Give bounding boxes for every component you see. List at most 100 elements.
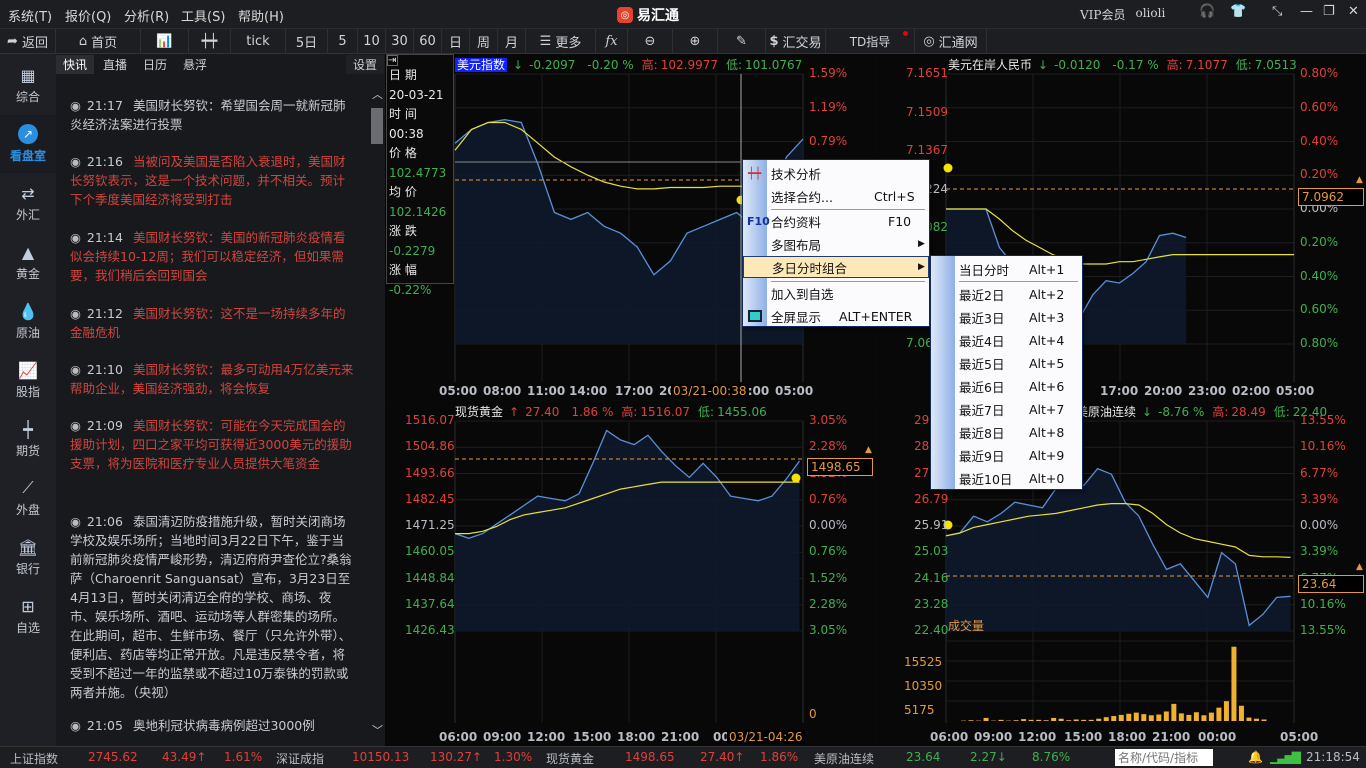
- close-icon[interactable]: ✕: [1348, 4, 1359, 19]
- submenu-item[interactable]: 最近10日 Alt+0: [931, 467, 1082, 489]
- alert-bell-icon[interactable]: 🔔: [1248, 750, 1263, 764]
- menu-item-add-watchlist[interactable]: 加入到自选: [743, 282, 929, 304]
- five-day-button[interactable]: 5日: [286, 29, 328, 54]
- menu-tools[interactable]: 工具(S): [181, 6, 225, 25]
- ticker-name[interactable]: 美原油连续: [814, 750, 874, 767]
- menu-help[interactable]: 帮助(H): [238, 6, 284, 25]
- info-pin-icon[interactable]: ⇥: [387, 55, 398, 66]
- volume-bar: [1178, 713, 1184, 721]
- direction-arrow-icon: ↑: [509, 405, 520, 419]
- scroll-up-icon[interactable]: ︿: [372, 86, 383, 102]
- nav-item-overview[interactable]: ▦ 综合: [0, 56, 56, 114]
- submenu-item[interactable]: 最近4日 Alt+4: [931, 329, 1082, 351]
- ticker-price: 10150.13: [352, 750, 410, 764]
- vip-label[interactable]: VIP会员: [1080, 6, 1125, 23]
- kline-button[interactable]: ┿┿: [189, 29, 231, 54]
- restore-icon[interactable]: ❐: [1323, 4, 1335, 19]
- tab-flash-news[interactable]: 快讯: [56, 55, 95, 74]
- zoom-in-button[interactable]: ⊕: [673, 29, 718, 54]
- news-item[interactable]: ◉ 21:12 美国财长努钦：这不是一场持续多年的金融危机: [70, 304, 355, 342]
- td-guide-button[interactable]: TD指导: [826, 29, 915, 54]
- submenu-item[interactable]: 最近7日 Alt+7: [931, 398, 1082, 420]
- submenu-item[interactable]: 当日分时 Alt+1: [931, 258, 1082, 280]
- tab-float[interactable]: 悬浮: [176, 55, 214, 74]
- symbol-search-input[interactable]: [1115, 749, 1213, 766]
- news-item[interactable]: ◉ 21:17 美国财长努钦：希望国会周一就新冠肺炎经济法案进行投票: [70, 96, 355, 134]
- chart-title[interactable]: 美原油连续: [1076, 405, 1136, 419]
- chart-canvas[interactable]: [385, 401, 875, 746]
- settings-button[interactable]: 设置: [346, 55, 385, 74]
- ticker-name[interactable]: 现货黄金: [546, 750, 594, 767]
- news-item[interactable]: ◉ 21:09 美国财长努钦：可能在今天完成国会的援助计划，四口之家平均可获得近3…: [70, 416, 355, 473]
- menu-label: 最近10日: [959, 471, 1013, 487]
- nav-item-foreign-market[interactable]: ⟋ 外盘: [0, 469, 56, 527]
- menu-item-multi-layout[interactable]: 多图布局 ▶: [743, 233, 929, 255]
- submenu-item[interactable]: 最近9日 Alt+9: [931, 444, 1082, 466]
- ticker-pct: 1.61%: [224, 750, 263, 764]
- submenu-item[interactable]: 最近5日 Alt+5: [931, 352, 1082, 374]
- menu-item-technical-analysis[interactable]: ┿┿ 技术分析: [743, 162, 929, 184]
- username[interactable]: olioli: [1135, 6, 1165, 23]
- chart-title[interactable]: 美元在岸人民币: [948, 58, 1032, 72]
- back-button[interactable]: ➦ 返回: [0, 29, 56, 54]
- news-item[interactable]: ◉ 21:06 泰国清迈防疫措施升级，暂时关闭商场学校及娱乐场所；当地时间3月22…: [70, 512, 355, 702]
- skin-shirt-icon[interactable]: 👕: [1230, 4, 1246, 19]
- m10-button[interactable]: 10: [358, 29, 386, 54]
- m30-button[interactable]: 30: [386, 29, 414, 54]
- nav-item-watchroom[interactable]: ↗ 看盘室: [0, 115, 56, 173]
- scroll-down-icon[interactable]: ﹀: [372, 722, 383, 738]
- nav-item-gold[interactable]: ▲ 黄金: [0, 233, 56, 291]
- menu-item-multi-day[interactable]: 多日分时组合 ▶: [743, 256, 929, 278]
- draw-button[interactable]: ✎: [718, 29, 766, 54]
- nav-item-watchlist[interactable]: ⊞ 自选: [0, 587, 56, 645]
- submenu-item[interactable]: 最近2日 Alt+2: [931, 283, 1082, 305]
- minimize-icon[interactable]: —: [1300, 4, 1313, 19]
- more-button[interactable]: ☰ 更多: [526, 29, 596, 54]
- menu-quote[interactable]: 报价(Q): [65, 6, 111, 25]
- menu-system[interactable]: 系统(T): [8, 6, 52, 25]
- ticker-change: 2.27↓: [970, 750, 1007, 764]
- zoom-out-button[interactable]: ⊖: [628, 29, 673, 54]
- nav-item-bank[interactable]: 🏛 银行: [0, 528, 56, 586]
- news-item[interactable]: ◉ 21:05 奥地利冠状病毒病例超过3000例: [70, 716, 355, 735]
- nav-item-stock-index[interactable]: 📈 股指: [0, 351, 56, 409]
- news-scrollbar[interactable]: ︿ ﹀: [370, 74, 385, 744]
- tick-button[interactable]: tick: [231, 29, 286, 54]
- nav-item-oil[interactable]: 💧 原油: [0, 292, 56, 350]
- zoom-out-icon: ⊖: [644, 34, 656, 49]
- ticker-name[interactable]: 深证成指: [276, 750, 324, 767]
- tab-calendar[interactable]: 日历: [136, 55, 174, 74]
- huitong-web-button[interactable]: ◎ 汇通网: [915, 29, 987, 54]
- submenu-item[interactable]: 最近8日 Alt+8: [931, 421, 1082, 443]
- news-item[interactable]: ◉ 21:14 美国财长努钦：美国的新冠肺炎疫情看似会持续10-12周；我们可以稳…: [70, 228, 355, 285]
- menu-item-contract-info[interactable]: F10 合约资料 F10: [743, 210, 929, 232]
- chart-change-pct: -0.20 %: [587, 58, 634, 72]
- news-item[interactable]: ◉ 21:16 当被问及美国是否陷入衰退时，美国财长努钦表示，这是一个技术问题，并…: [70, 152, 355, 209]
- day-button[interactable]: 日: [442, 29, 470, 54]
- nav-item-futures[interactable]: ┿ 期货: [0, 410, 56, 468]
- chart-title[interactable]: 现货黄金: [455, 405, 503, 419]
- submenu-item[interactable]: 最近6日 Alt+6: [931, 375, 1082, 397]
- shrink-icon[interactable]: ⤡: [1272, 4, 1282, 19]
- month-button[interactable]: 月: [498, 29, 526, 54]
- scroll-thumb[interactable]: [371, 108, 383, 144]
- m5-button[interactable]: 5: [328, 29, 358, 54]
- home-button[interactable]: ⌂ 首页: [56, 29, 141, 54]
- tab-live[interactable]: 直播: [96, 55, 134, 74]
- menu-analysis[interactable]: 分析(R): [124, 6, 169, 25]
- formula-button[interactable]: fx: [596, 29, 628, 54]
- chart-title[interactable]: 美元指数: [455, 58, 508, 72]
- ticker-name[interactable]: 上证指数: [10, 750, 58, 767]
- m60-button[interactable]: 60: [414, 29, 442, 54]
- menu-item-fullscreen[interactable]: 全屏显示 ALT+ENTER: [743, 305, 929, 327]
- submenu-item[interactable]: 最近3日 Alt+3: [931, 306, 1082, 328]
- menu-item-select-contract[interactable]: 选择合约... Ctrl+S: [743, 185, 929, 207]
- timeshare-chart-button[interactable]: 📊: [141, 29, 189, 54]
- week-button[interactable]: 周: [470, 29, 498, 54]
- trade-button[interactable]: $ 汇交易: [766, 29, 826, 54]
- headset-icon[interactable]: 🎧: [1199, 4, 1215, 19]
- news-item[interactable]: ◉ 21:10 美国财长努钦：最多可动用4万亿美元来帮助企业，美国经济强劲，将会恢…: [70, 360, 355, 398]
- chart-spot-gold[interactable]: 现货黄金 ↑ 27.40 1.86 % 高: 1516.07 低: 1455.06 1516.0…: [385, 401, 875, 746]
- volume-tick: 10350: [904, 679, 943, 693]
- nav-item-forex[interactable]: ⇄ 外汇: [0, 174, 56, 232]
